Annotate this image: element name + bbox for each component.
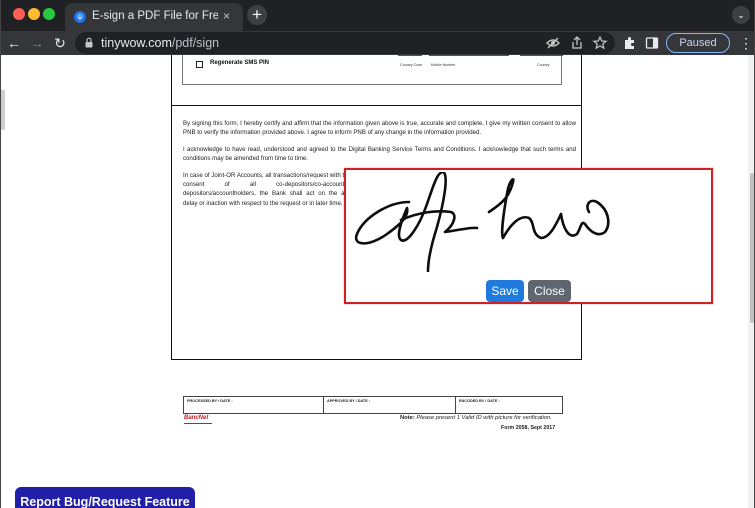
page-viewport: Regenerate SMS PIN Country Code Mobile N… xyxy=(1,55,754,508)
address-bar[interactable]: tinywow.com/pdf/sign xyxy=(75,32,615,54)
maximize-window-button[interactable] xyxy=(43,8,55,20)
note-label: Note: xyxy=(400,415,415,421)
url-text[interactable]: tinywow.com/pdf/sign xyxy=(101,36,219,50)
tab-title: E-sign a PDF File for Free (no sign-up) xyxy=(92,10,218,22)
tinywow-favicon-icon: ψ xyxy=(74,11,86,23)
signature-canvas[interactable] xyxy=(349,172,709,272)
tab-strip: ψ E-sign a PDF File for Free (no sign-up… xyxy=(1,0,754,31)
country-code-label: Country Code xyxy=(400,63,423,67)
browser-menu-icon[interactable]: ⋮ xyxy=(739,35,753,51)
close-window-button[interactable] xyxy=(13,8,25,20)
encoded-by-label: ENCODED BY / DATE : xyxy=(459,399,500,403)
mobile-number-label: Mobile Number xyxy=(431,63,456,67)
approved-by-cell: APPROVED BY / DATE : xyxy=(323,397,455,413)
country-label: Country xyxy=(537,63,550,67)
form-section: Regenerate SMS PIN Country Code Mobile N… xyxy=(182,55,563,85)
forward-button[interactable]: → xyxy=(28,34,46,52)
bookmark-star-icon[interactable] xyxy=(592,35,608,51)
id-note: Note: Please present 1 Valid ID with pic… xyxy=(400,415,552,421)
approved-by-label: APPROVED BY / DATE : xyxy=(327,399,371,403)
url-host: tinywow.com xyxy=(101,36,172,50)
share-icon[interactable] xyxy=(569,35,585,51)
section-divider xyxy=(172,105,581,106)
profile-paused-button[interactable]: Paused xyxy=(666,33,730,53)
scrollbar-thumb[interactable] xyxy=(750,173,754,323)
country-line xyxy=(520,55,563,56)
page-scrollbar[interactable] xyxy=(748,55,754,508)
bancnet-logo: BancNet xyxy=(184,415,209,421)
profile-status-label: Paused xyxy=(679,37,717,49)
signature-stroke xyxy=(354,172,447,272)
terms-paragraph: I acknowledge to have read, understood a… xyxy=(183,146,576,163)
save-signature-button[interactable]: Save xyxy=(486,280,524,302)
browser-tab[interactable]: ψ E-sign a PDF File for Free (no sign-up… xyxy=(65,3,243,31)
signature-dialog: Save Close xyxy=(344,168,713,304)
signature-stroke-4 xyxy=(559,199,610,237)
extensions-puzzle-icon[interactable] xyxy=(622,35,638,51)
encoded-by-cell: ENCODED BY / DATE : xyxy=(455,397,562,413)
lock-icon xyxy=(85,37,93,48)
regenerate-sms-pin-label: Regenerate SMS PIN xyxy=(210,60,270,66)
browser-toolbar: ← → ↻ tinywow.com/pdf/sign Paused ⋮ xyxy=(1,31,754,55)
side-panel-icon[interactable] xyxy=(644,35,660,51)
left-edge-handle xyxy=(1,90,5,130)
reload-button[interactable]: ↻ xyxy=(51,34,69,52)
processing-table: PROCESSED BY / DATE : APPROVED BY / DATE… xyxy=(183,396,563,414)
browser-window: ψ E-sign a PDF File for Free (no sign-up… xyxy=(0,0,755,508)
bancnet-logo-underline xyxy=(184,423,212,424)
country-code-line xyxy=(398,55,422,56)
regenerate-sms-pin-checkbox[interactable] xyxy=(196,61,203,68)
minimize-window-button[interactable] xyxy=(28,8,40,20)
close-signature-button[interactable]: Close xyxy=(528,280,571,302)
processed-by-label: PROCESSED BY / DATE : xyxy=(187,399,233,403)
url-path: /pdf/sign xyxy=(171,36,220,50)
note-text: Please present 1 Valid ID with picture f… xyxy=(416,415,552,421)
joint-accounts-paragraph: In case of Joint-OR Accounts, all transa… xyxy=(183,172,351,207)
form-code: Form 2058, Sept 2017 xyxy=(501,425,556,431)
back-button[interactable]: ← xyxy=(5,34,23,52)
tab-close-icon[interactable]: × xyxy=(223,9,230,23)
signature-stroke-3 xyxy=(487,178,563,240)
new-tab-button[interactable]: + xyxy=(247,5,267,25)
tab-search-button[interactable]: ⌄ xyxy=(732,6,750,24)
report-bug-button[interactable]: Report Bug/Request Feature xyxy=(15,487,195,508)
eye-off-icon[interactable] xyxy=(545,35,561,51)
mobile-number-line xyxy=(429,55,509,56)
certification-paragraph: By signing this form, I hereby certify a… xyxy=(183,120,576,137)
